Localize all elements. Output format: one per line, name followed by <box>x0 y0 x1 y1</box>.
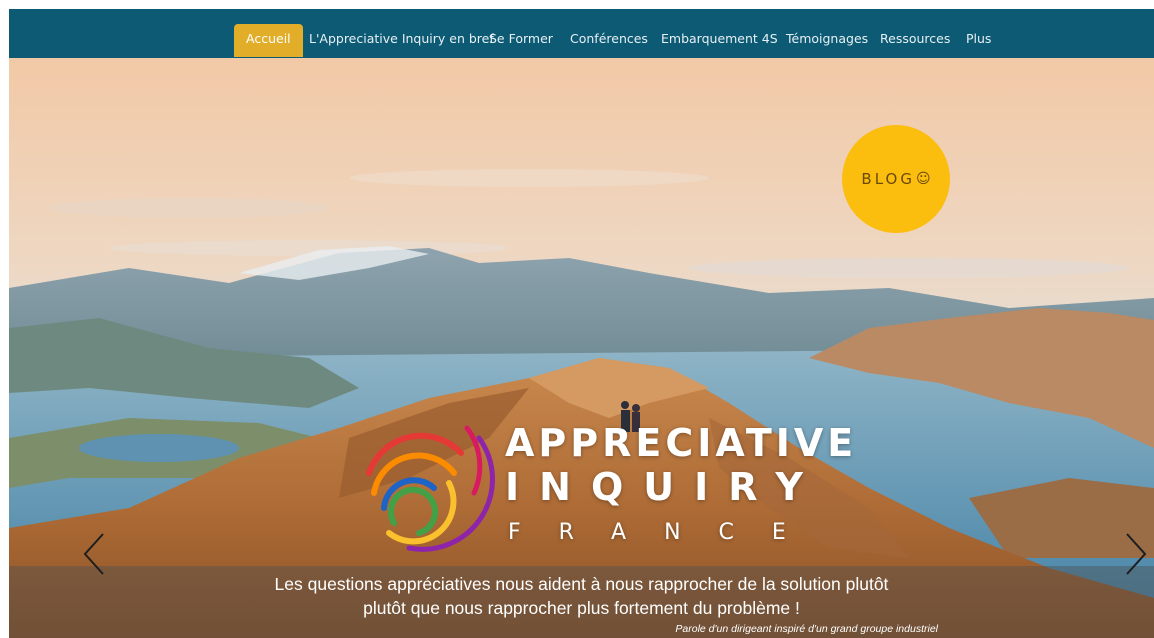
nav-item-se-former[interactable]: Se Former <box>489 24 553 57</box>
chevron-left-icon[interactable] <box>79 531 109 577</box>
nav-item-temoignages[interactable]: Témoignages <box>786 24 868 57</box>
nav-item-embarquement-4s[interactable]: Embarquement 4S <box>661 24 778 57</box>
logo-text-inquiry: INQUIRY <box>505 465 823 509</box>
chevron-right-icon[interactable] <box>1121 531 1151 577</box>
appreciative-inquiry-france-logo: APPRECIATIVE INQUIRY FRANCE <box>349 413 869 563</box>
nav-item-plus[interactable]: Plus <box>966 24 991 57</box>
logo-text-appreciative: APPRECIATIVE <box>505 421 858 465</box>
slide-caption: Les questions appréciatives nous aident … <box>9 566 1154 638</box>
blog-label: BLOG <box>861 170 915 188</box>
hero-slideshow: BLOG ☺ APPRECIATIVE INQUIRY FRANCE Les qu… <box>9 58 1154 638</box>
caption-quote-line1: Les questions appréciatives nous aident … <box>274 574 889 594</box>
rainbow-arcs-logo-icon <box>366 425 495 552</box>
nav-item-appreciative-inquiry-en-bref[interactable]: L'Appreciative Inquiry en bref <box>309 24 494 57</box>
main-navigation: Accueil L'Appreciative Inquiry en bref S… <box>9 9 1154 58</box>
blog-button[interactable]: BLOG ☺ <box>842 125 950 233</box>
caption-quote-line2: plutôt que nous rapprocher plus fortemen… <box>363 598 800 618</box>
logo-text-france: FRANCE <box>508 520 824 545</box>
nav-item-accueil[interactable]: Accueil <box>234 24 303 57</box>
caption-source: Parole d'un dirigeant inspiré d'un grand… <box>675 623 938 635</box>
nav-item-conferences[interactable]: Conférences <box>570 24 648 57</box>
nav-item-ressources[interactable]: Ressources <box>880 24 950 57</box>
page-frame: Accueil L'Appreciative Inquiry en bref S… <box>9 9 1154 638</box>
smiley-icon: ☺ <box>915 171 931 187</box>
